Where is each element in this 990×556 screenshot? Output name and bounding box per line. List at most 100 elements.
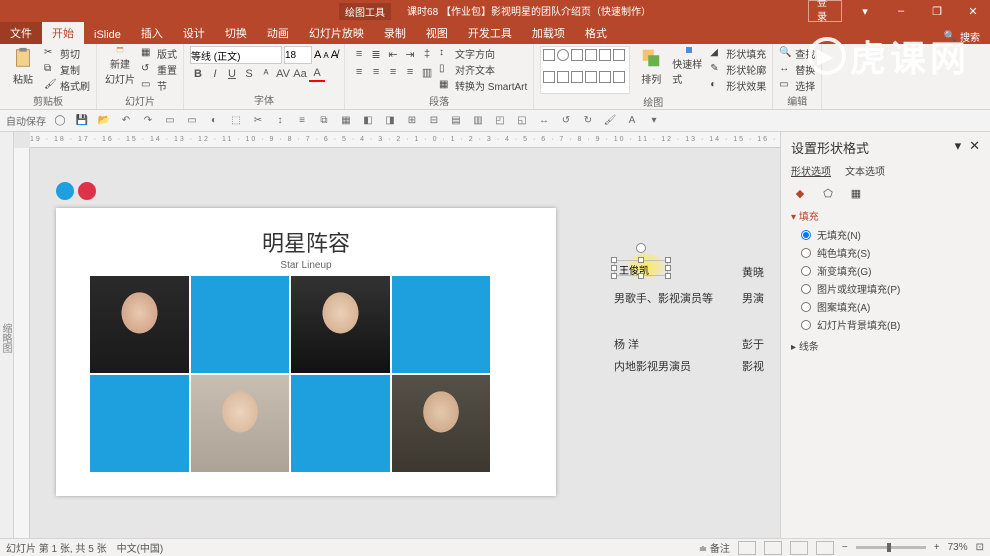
minimize-button[interactable]: – bbox=[884, 0, 918, 22]
resize-handle[interactable] bbox=[611, 273, 617, 279]
picture-fill-radio[interactable]: 图片或纹理填充(P) bbox=[801, 281, 980, 296]
grid-cell-blue[interactable] bbox=[191, 276, 290, 373]
grid-cell-photo[interactable] bbox=[90, 276, 189, 373]
solid-fill-radio[interactable]: 纯色填充(S) bbox=[801, 245, 980, 260]
shadow-button[interactable]: ᴬ bbox=[258, 66, 274, 82]
resize-handle[interactable] bbox=[638, 257, 644, 263]
resize-handle[interactable] bbox=[665, 273, 671, 279]
section-button[interactable]: ▭节 bbox=[141, 78, 177, 93]
tab-dev[interactable]: 开发工具 bbox=[458, 22, 522, 44]
tab-addin[interactable]: 加载项 bbox=[522, 22, 575, 44]
qat-button[interactable]: ◰ bbox=[492, 113, 508, 129]
size-icon[interactable]: ▦ bbox=[847, 184, 865, 202]
qat-button[interactable]: ✂ bbox=[250, 113, 266, 129]
off-slide-text[interactable]: 男歌手、影视演员等 bbox=[614, 290, 713, 306]
autosave-toggle[interactable]: ◯ bbox=[52, 113, 68, 129]
align-center-button[interactable]: ≡ bbox=[368, 64, 384, 80]
qat-button[interactable]: 🖌 bbox=[602, 113, 618, 129]
tab-animation[interactable]: 动画 bbox=[257, 22, 299, 44]
layout-button[interactable]: ▦版式 bbox=[141, 46, 177, 61]
qat-button[interactable]: ▭ bbox=[162, 113, 178, 129]
fill-section-toggle[interactable]: ▾ 填充 bbox=[791, 208, 980, 223]
fit-to-window-button[interactable]: ⊡ bbox=[976, 542, 984, 553]
open-button[interactable]: 📂 bbox=[96, 113, 112, 129]
grid-cell-blue[interactable] bbox=[90, 375, 189, 472]
off-slide-text[interactable]: 影视 bbox=[742, 358, 764, 374]
qat-button[interactable]: ⬚ bbox=[228, 113, 244, 129]
selected-textbox[interactable]: 王俊凯 bbox=[614, 260, 668, 276]
thumbnail-panel-collapsed[interactable]: 缩略图 bbox=[0, 132, 14, 538]
qat-button[interactable]: ◱ bbox=[514, 113, 530, 129]
qat-button[interactable]: ▥ bbox=[470, 113, 486, 129]
rotate-handle[interactable] bbox=[636, 243, 646, 253]
clear-format-button[interactable]: A̸ bbox=[331, 49, 338, 61]
find-button[interactable]: 🔍查找 bbox=[779, 46, 815, 61]
qat-button[interactable]: ▤ bbox=[448, 113, 464, 129]
align-left-button[interactable]: ≡ bbox=[351, 64, 367, 80]
quick-styles-button[interactable]: 快速样式 bbox=[672, 46, 706, 86]
align-text-button[interactable]: ▯对齐文本 bbox=[439, 62, 527, 77]
undo-button[interactable]: ↶ bbox=[118, 113, 134, 129]
qat-button[interactable]: ⧉ bbox=[316, 113, 332, 129]
qat-button[interactable]: ◧ bbox=[360, 113, 376, 129]
notes-button[interactable]: ≐ 备注 bbox=[699, 540, 730, 555]
numbering-button[interactable]: ≣ bbox=[368, 46, 384, 62]
off-slide-text[interactable]: 内地影视男演员 bbox=[614, 358, 691, 374]
shape-outline-button[interactable]: ✎形状轮廓 bbox=[710, 62, 766, 77]
close-button[interactable]: ✕ bbox=[956, 0, 990, 22]
search-box[interactable]: 🔍 搜索 bbox=[944, 29, 990, 44]
format-painter-button[interactable]: 🖌格式刷 bbox=[44, 78, 90, 93]
resize-handle[interactable] bbox=[665, 265, 671, 271]
pane-tab-shape[interactable]: 形状选项 bbox=[791, 163, 831, 178]
qat-button[interactable]: ≡ bbox=[294, 113, 310, 129]
shape-gallery[interactable] bbox=[540, 46, 630, 94]
smartart-button[interactable]: ▦转换为 SmartArt bbox=[439, 78, 527, 93]
arrange-button[interactable]: 排列 bbox=[634, 46, 668, 86]
slide[interactable]: 明星阵容 Star Lineup bbox=[56, 208, 556, 496]
bold-button[interactable]: B bbox=[190, 66, 206, 82]
off-slide-text[interactable]: 黄晓 bbox=[742, 264, 764, 280]
login-button[interactable]: 登录 bbox=[808, 0, 842, 22]
tab-format[interactable]: 格式 bbox=[575, 22, 617, 44]
tab-record[interactable]: 录制 bbox=[374, 22, 416, 44]
grow-font-button[interactable]: A bbox=[314, 49, 321, 61]
shape-fill-button[interactable]: ◢形状填充 bbox=[710, 46, 766, 61]
tab-transition[interactable]: 切换 bbox=[215, 22, 257, 44]
qat-button[interactable]: ◨ bbox=[382, 113, 398, 129]
resize-handle[interactable] bbox=[611, 257, 617, 263]
pane-tab-text[interactable]: 文本选项 bbox=[845, 163, 885, 178]
pane-dropdown-button[interactable]: ▾ bbox=[955, 138, 962, 157]
slide-counter[interactable]: 幻灯片 第 1 张, 共 5 张 bbox=[6, 540, 107, 555]
fill-line-icon[interactable]: ◆ bbox=[791, 184, 809, 202]
indent-inc-button[interactable]: ⇥ bbox=[402, 46, 418, 62]
tab-islide[interactable]: iSlide bbox=[84, 26, 131, 44]
case-button[interactable]: Aa bbox=[292, 66, 308, 82]
qat-button[interactable]: ↕ bbox=[272, 113, 288, 129]
zoom-level[interactable]: 73% bbox=[948, 542, 968, 553]
replace-button[interactable]: ↔替换 bbox=[779, 62, 815, 77]
indent-dec-button[interactable]: ⇤ bbox=[385, 46, 401, 62]
font-size-combo[interactable] bbox=[284, 46, 312, 64]
new-slide-button[interactable]: 新建 幻灯片 bbox=[103, 46, 137, 86]
slide-title[interactable]: 明星阵容 bbox=[56, 208, 556, 258]
line-section-toggle[interactable]: ▸ 线条 bbox=[791, 338, 980, 353]
tab-design[interactable]: 设计 bbox=[173, 22, 215, 44]
shrink-font-button[interactable]: A bbox=[323, 51, 328, 60]
slide-subtitle[interactable]: Star Lineup bbox=[56, 260, 556, 271]
align-right-button[interactable]: ≡ bbox=[385, 64, 401, 80]
resize-handle[interactable] bbox=[665, 257, 671, 263]
off-slide-text[interactable]: 杨 洋 bbox=[614, 336, 639, 352]
grid-cell-blue[interactable] bbox=[392, 276, 491, 373]
language-indicator[interactable]: 中文(中国) bbox=[117, 540, 164, 555]
cut-button[interactable]: ✂剪切 bbox=[44, 46, 90, 61]
qat-button[interactable]: ↺ bbox=[558, 113, 574, 129]
gradient-fill-radio[interactable]: 渐变填充(G) bbox=[801, 263, 980, 278]
qat-button[interactable]: ▦ bbox=[338, 113, 354, 129]
qat-button[interactable]: A bbox=[624, 113, 640, 129]
slide-canvas[interactable]: 19 · 18 · 17 · 16 · 15 · 14 · 13 · 12 · … bbox=[14, 132, 780, 538]
qat-button[interactable]: ⊞ bbox=[404, 113, 420, 129]
pane-close-button[interactable]: ✕ bbox=[969, 138, 980, 157]
shape-effects-button[interactable]: ◐形状效果 bbox=[710, 78, 766, 93]
select-button[interactable]: ▭选择 bbox=[779, 78, 815, 93]
grid-cell-photo[interactable] bbox=[191, 375, 290, 472]
